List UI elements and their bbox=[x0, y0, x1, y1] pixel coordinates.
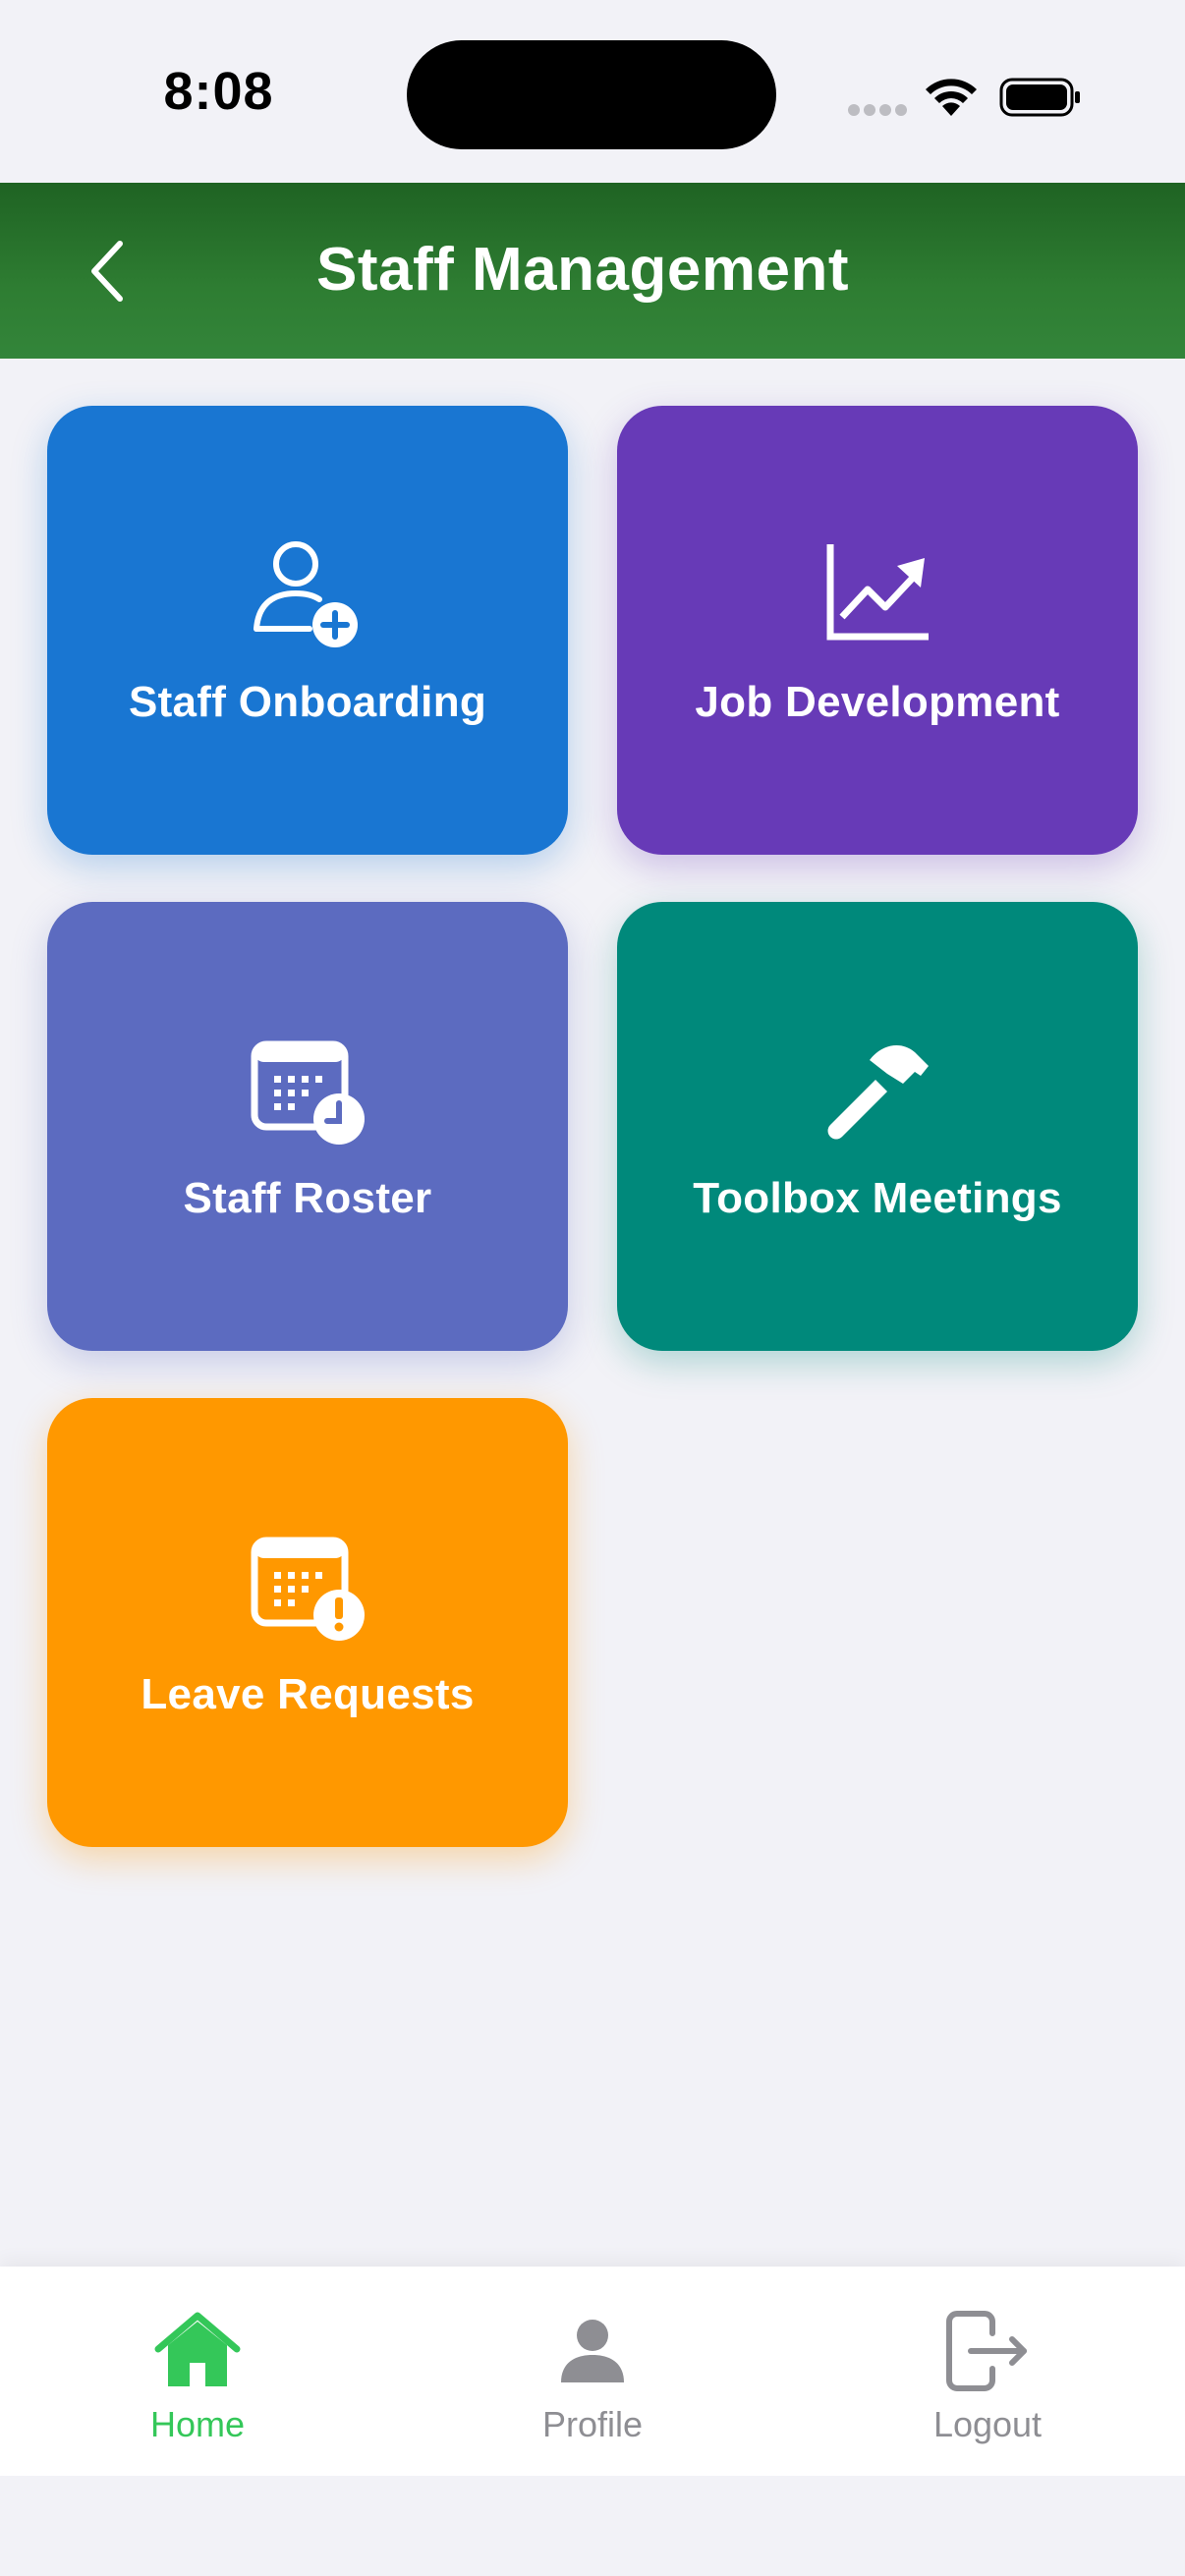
bottom-tab-bar: Home Profile Logout bbox=[0, 2267, 1185, 2476]
tab-logout[interactable]: Logout bbox=[790, 2267, 1185, 2476]
wifi-icon bbox=[926, 79, 977, 116]
app-header: Staff Management bbox=[0, 183, 1185, 359]
calendar-alert-icon bbox=[251, 1537, 365, 1641]
tab-profile[interactable]: Profile bbox=[395, 2267, 790, 2476]
tab-home[interactable]: Home bbox=[0, 2267, 395, 2476]
tile-label: Staff Onboarding bbox=[128, 677, 487, 726]
tile-staff-roster[interactable]: Staff Roster bbox=[47, 902, 568, 1351]
person-icon bbox=[561, 2320, 624, 2382]
hammer-icon bbox=[827, 1044, 929, 1139]
status-time: 8:08 bbox=[163, 62, 274, 121]
home-indicator-area bbox=[0, 2476, 1185, 2576]
tile-label: Leave Requests bbox=[141, 1669, 475, 1718]
tile-toolbox-meetings[interactable]: Toolbox Meetings bbox=[617, 902, 1138, 1351]
tile-label: Toolbox Meetings bbox=[693, 1173, 1062, 1222]
tile-job-development[interactable]: Job Development bbox=[617, 406, 1138, 855]
status-bar: 8:08 bbox=[0, 0, 1185, 183]
tile-staff-onboarding[interactable]: Staff Onboarding bbox=[47, 406, 568, 855]
tile-label: Staff Roster bbox=[183, 1173, 432, 1222]
dynamic-island bbox=[407, 40, 776, 149]
tile-leave-requests[interactable]: Leave Requests bbox=[47, 1398, 568, 1847]
cellular-signal-icon bbox=[848, 104, 909, 116]
calendar-clock-icon bbox=[251, 1040, 365, 1145]
tile-label: Job Development bbox=[695, 677, 1060, 726]
logout-icon bbox=[946, 2311, 1027, 2391]
chart-line-icon bbox=[826, 543, 929, 640]
tab-label: Profile bbox=[541, 2404, 644, 2444]
user-add-icon bbox=[254, 540, 358, 647]
battery-icon bbox=[999, 78, 1080, 117]
tab-label: Home bbox=[149, 2404, 246, 2444]
page-title: Staff Management bbox=[316, 236, 849, 304]
tab-label: Logout bbox=[932, 2404, 1043, 2444]
home-icon bbox=[154, 2312, 241, 2386]
